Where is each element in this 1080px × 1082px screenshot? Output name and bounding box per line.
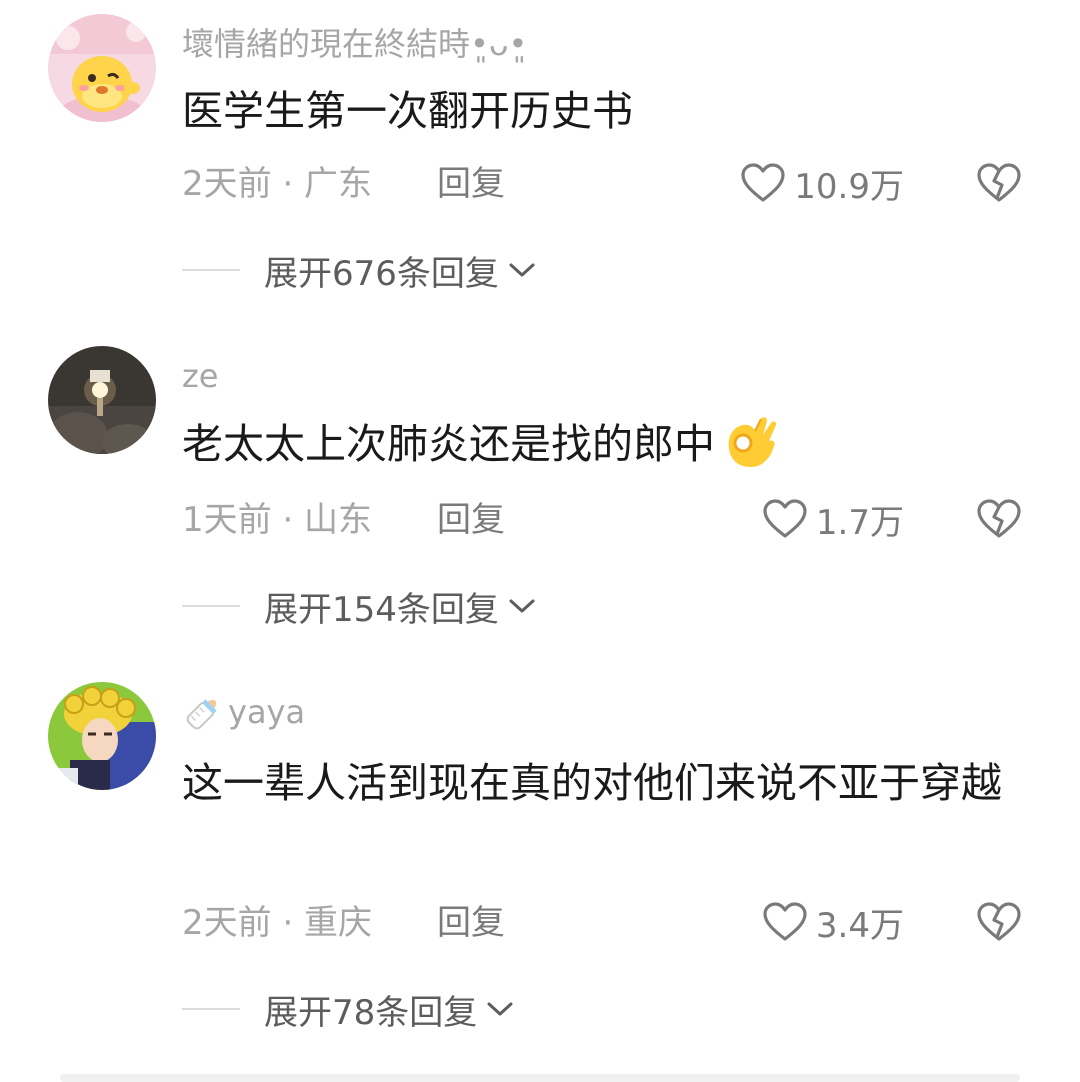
dislike-button[interactable] bbox=[975, 899, 1023, 945]
comment-text: 医学生第一次翻开历史书 bbox=[182, 87, 633, 135]
like-count: 1.7万 bbox=[815, 502, 904, 543]
reply-button[interactable]: 回复 bbox=[437, 903, 505, 943]
username[interactable]: 壞情緒的現在終結時•͈ᴗ•͈ bbox=[182, 24, 527, 64]
heart-icon bbox=[741, 163, 785, 202]
dislike-button[interactable] bbox=[975, 496, 1023, 542]
time-location: 1天前 · 山东 bbox=[182, 500, 373, 540]
avatar[interactable] bbox=[48, 14, 156, 122]
broken-heart-icon bbox=[977, 902, 1021, 941]
like-button[interactable]: 3.4万 bbox=[762, 899, 904, 946]
divider bbox=[182, 605, 240, 607]
dislike-button[interactable] bbox=[975, 160, 1023, 206]
baby-bottle-icon bbox=[186, 699, 217, 730]
broken-heart-icon bbox=[977, 499, 1021, 538]
time-location: 2天前 · 重庆 bbox=[182, 903, 373, 943]
like-count: 3.4万 bbox=[815, 905, 904, 946]
reply-button[interactable]: 回复 bbox=[437, 500, 505, 540]
username[interactable]: yaya bbox=[182, 692, 305, 732]
chevron-down-icon bbox=[509, 263, 535, 277]
comment-text-body: 老太太上次肺炎还是找的郎中 bbox=[182, 420, 715, 468]
expand-replies-label: 展开78条回复 bbox=[264, 992, 478, 1033]
expand-replies-button[interactable]: 展开676条回复 bbox=[182, 250, 537, 294]
chevron-down-icon bbox=[487, 1002, 513, 1016]
bottom-input-bar[interactable] bbox=[60, 1074, 1020, 1082]
expand-replies-button[interactable]: 展开154条回复 bbox=[182, 586, 537, 630]
divider bbox=[182, 1008, 240, 1010]
username-text: yaya bbox=[228, 693, 306, 731]
heart-icon bbox=[763, 499, 807, 538]
cartoon-chick-avatar-icon bbox=[48, 14, 156, 122]
like-count: 10.9万 bbox=[794, 166, 904, 207]
heart-icon bbox=[763, 902, 807, 941]
time-location: 2天前 · 广东 bbox=[182, 164, 373, 204]
expand-replies-label: 展开154条回复 bbox=[264, 589, 499, 630]
username[interactable]: ze bbox=[182, 356, 218, 396]
like-button[interactable]: 1.7万 bbox=[762, 496, 904, 543]
comment-text: 老太太上次肺炎还是找的郎中 bbox=[182, 412, 1012, 477]
expand-replies-button[interactable]: 展开78条回复 bbox=[182, 989, 515, 1033]
expand-replies-label: 展开676条回复 bbox=[264, 253, 499, 294]
avatar[interactable] bbox=[48, 682, 156, 790]
divider bbox=[182, 269, 240, 271]
anime-character-avatar-icon bbox=[48, 682, 156, 790]
avatar[interactable] bbox=[48, 346, 156, 454]
broken-heart-icon bbox=[977, 163, 1021, 202]
ok-hand-emoji-icon bbox=[719, 413, 779, 473]
like-button[interactable]: 10.9万 bbox=[740, 160, 904, 207]
comment-text: 这一辈人活到现在真的对他们来说不亚于穿越 bbox=[182, 759, 1002, 807]
chevron-down-icon bbox=[509, 599, 535, 613]
reply-button[interactable]: 回复 bbox=[437, 164, 505, 204]
light-photo-avatar-icon bbox=[48, 346, 156, 454]
